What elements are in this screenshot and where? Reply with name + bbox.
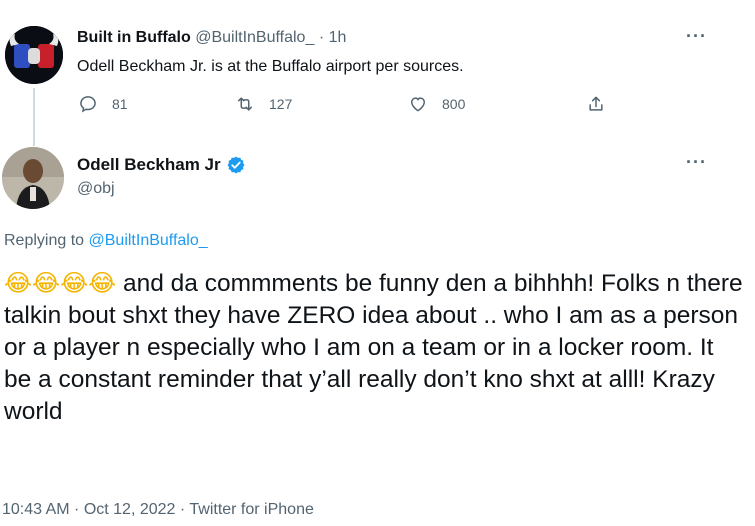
like-button[interactable]: 800 [408, 94, 465, 114]
retweet-button[interactable]: 127 [235, 94, 292, 114]
main-author-name[interactable]: Odell Beckham Jr [77, 155, 221, 175]
replying-to-link[interactable]: @BuiltInBuffalo_ [89, 232, 208, 249]
share-button[interactable] [586, 94, 620, 114]
tweet-timestamp[interactable]: 10:43 AM · Oct 12, 2022 · Twitter for iP… [2, 501, 314, 519]
retweet-icon [238, 97, 252, 111]
main-author-handle[interactable]: @obj [77, 180, 115, 198]
thread-connector [33, 88, 35, 146]
profile-photo [2, 147, 64, 209]
heart-icon [410, 97, 426, 112]
replying-prefix: Replying to [4, 232, 89, 249]
parent-author-handle[interactable]: @BuiltInBuffalo_ [195, 29, 314, 46]
avatar-built-in-buffalo[interactable] [5, 26, 63, 84]
verified-badge-icon [227, 156, 245, 174]
reply-count: 81 [112, 96, 128, 112]
main-author: Odell Beckham Jr [77, 155, 246, 175]
replying-to: Replying to @BuiltInBuffalo_ [4, 232, 208, 250]
avatar-odell-beckham[interactable] [2, 147, 64, 209]
retweet-count: 127 [269, 96, 293, 112]
laughing-emojis: 😂😂😂😂 [4, 269, 117, 297]
like-count: 800 [442, 96, 466, 112]
built-in-buffalo-logo [5, 26, 63, 84]
parent-tweet-header: Built in Buffalo @BuiltInBuffalo_ · 1h [77, 29, 346, 47]
main-tweet-text-block: 😂😂😂😂 and da commments be funny den a bih… [4, 267, 744, 428]
parent-tweet-text: Odell Beckham Jr. is at the Buffalo airp… [77, 58, 464, 75]
more-icon[interactable]: ··· [686, 26, 707, 47]
more-icon-main[interactable]: ··· [686, 152, 707, 173]
parent-author-name[interactable]: Built in Buffalo [77, 29, 191, 46]
reply-icon [80, 96, 96, 113]
reply-button[interactable]: 81 [78, 94, 128, 114]
share-icon [589, 96, 603, 111]
parent-tweet-time[interactable]: · 1h [319, 29, 347, 46]
